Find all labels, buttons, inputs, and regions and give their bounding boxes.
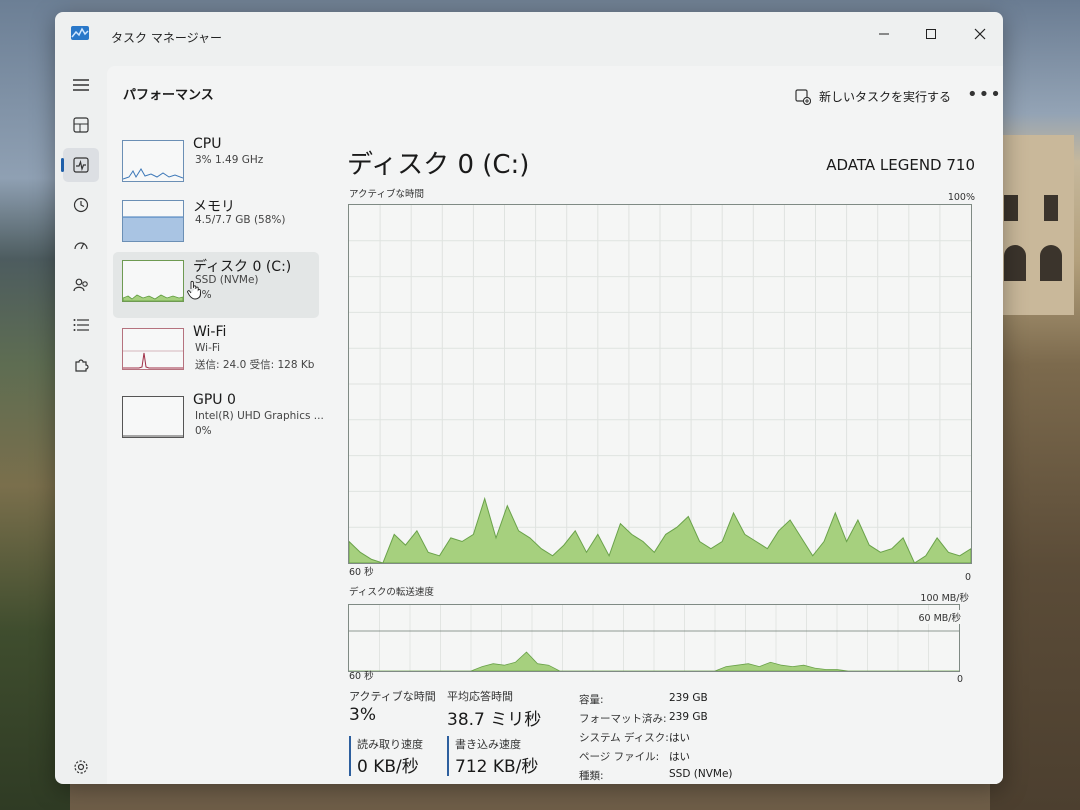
gear-icon — [74, 760, 88, 774]
maximize-button[interactable] — [916, 22, 946, 46]
processes-icon — [73, 117, 89, 133]
startup-speedometer-icon — [74, 242, 88, 250]
title-bar[interactable]: タスク マネージャー — [55, 12, 1003, 56]
nav-processes-button[interactable] — [63, 108, 99, 142]
transfer-rate-graph-label: ディスクの転送速度 — [349, 587, 434, 598]
perf-item-name: GPU 0 — [193, 392, 236, 408]
perf-item-gpu[interactable]: GPU 0 Intel(R) UHD Graphics ... 0% — [113, 388, 324, 454]
perf-item-sub: 4.5/7.7 GB (58%) — [195, 214, 286, 226]
prop-key: 容量: — [579, 694, 604, 706]
content-panel: パフォーマンス 新しいタスクを実行する ••• CPU 3% 1.49 GHz … — [107, 66, 1003, 784]
read-speed-label: 読み取り速度 — [357, 738, 423, 751]
wifi-thumbnail-graph — [122, 328, 184, 370]
active-time-max-label: 100% — [947, 192, 975, 203]
minimize-button[interactable] — [869, 22, 899, 46]
transfer-max-label: 100 MB/秒 — [920, 593, 969, 604]
active-time-stat-value: 3% — [349, 705, 376, 725]
services-puzzle-icon — [75, 359, 89, 372]
background-right — [990, 0, 1080, 810]
run-new-task-label: 新しいタスクを実行する — [819, 90, 952, 104]
more-options-button[interactable]: ••• — [967, 84, 1002, 105]
run-new-task-button[interactable]: 新しいタスクを実行する — [795, 88, 951, 105]
transfer-rate-graph — [348, 604, 960, 672]
nav-settings-button[interactable] — [63, 750, 99, 784]
prop-key: 種類: — [579, 770, 604, 782]
graph2-time-left-label: 60 秒 — [349, 671, 374, 682]
perf-item-name: ディスク 0 (C:) — [193, 259, 292, 275]
close-button[interactable] — [965, 22, 995, 46]
perf-item-name: CPU — [193, 136, 222, 152]
sidebar-nav — [55, 56, 107, 784]
hamburger-menu-icon — [73, 79, 89, 91]
minimize-icon — [879, 33, 889, 35]
disk-thumbnail-graph — [122, 260, 184, 302]
disk-title: ディスク 0 (C:) — [347, 150, 530, 180]
prop-value: 239 GB — [669, 711, 708, 723]
avg-response-label: 平均応答時間 — [447, 690, 513, 703]
perf-item-wifi[interactable]: Wi-Fi Wi-Fi 送信: 24.0 受信: 128 Kb — [113, 320, 319, 386]
perf-item-sub: Wi-Fi — [195, 342, 221, 354]
hand-cursor-icon — [187, 280, 201, 300]
cpu-thumbnail-graph — [122, 140, 184, 182]
perf-item-sub2: 送信: 24.0 受信: 128 Kb — [195, 359, 315, 371]
maximize-icon — [926, 29, 936, 39]
nav-menu-button[interactable] — [63, 68, 99, 102]
prop-value: はい — [669, 751, 690, 763]
nav-startup-button[interactable] — [63, 228, 99, 262]
perf-item-name: Wi-Fi — [193, 324, 227, 340]
write-speed-value: 712 KB/秒 — [455, 757, 539, 777]
perf-item-memory[interactable]: メモリ 4.5/7.7 GB (58%) — [113, 192, 319, 256]
performance-icon — [73, 157, 89, 173]
write-speed-label: 書き込み速度 — [455, 738, 521, 751]
details-list-icon — [73, 319, 89, 331]
nav-users-button[interactable] — [63, 268, 99, 302]
prop-key: フォーマット済み: — [579, 713, 667, 725]
prop-value: SSD (NVMe) — [669, 768, 733, 780]
graph-time-right-label: 0 — [964, 572, 971, 583]
nav-app-history-button[interactable] — [63, 188, 99, 222]
memory-thumbnail-graph — [122, 200, 184, 242]
background-building — [996, 135, 1074, 315]
history-icon — [73, 197, 89, 213]
read-speed-value: 0 KB/秒 — [357, 757, 419, 777]
prop-value: はい — [669, 732, 690, 744]
nav-services-button[interactable] — [63, 348, 99, 382]
write-speed-indicator-bar — [447, 736, 449, 776]
active-time-graph-label: アクティブな時間 — [349, 189, 424, 200]
prop-key: システム ディスク: — [579, 732, 669, 744]
gpu-thumbnail-graph — [122, 396, 184, 438]
close-icon — [974, 28, 986, 40]
read-speed-indicator-bar — [349, 736, 351, 776]
users-icon — [73, 278, 88, 292]
perf-item-cpu[interactable]: CPU 3% 1.49 GHz — [113, 132, 319, 196]
nav-details-button[interactable] — [63, 308, 99, 342]
graph-time-left-label: 60 秒 — [349, 567, 374, 578]
run-task-icon — [795, 88, 811, 105]
graph2-time-right-label: 0 — [956, 674, 963, 685]
active-time-graph — [348, 204, 972, 564]
prop-key: ページ ファイル: — [579, 751, 660, 763]
task-manager-app-icon — [71, 26, 89, 40]
perf-item-sub: SSD (NVMe) — [195, 274, 259, 286]
perf-item-sub2: 0% — [195, 425, 212, 437]
transfer-mid-label: 60 MB/秒 — [918, 610, 961, 624]
perf-item-sub: 3% 1.49 GHz — [195, 154, 264, 166]
disk-model: ADATA LEGEND 710 — [826, 156, 975, 174]
perf-item-name: メモリ — [193, 199, 235, 215]
perf-item-sub: Intel(R) UHD Graphics ... — [195, 410, 324, 422]
perf-item-disk[interactable]: ディスク 0 (C:) SSD (NVMe) 0% — [113, 252, 319, 318]
active-time-stat-label: アクティブな時間 — [349, 690, 436, 703]
avg-response-value: 38.7 ミリ秒 — [447, 710, 542, 730]
prop-value: 239 GB — [669, 692, 708, 704]
task-manager-window: タスク マネージャー パフォーマンス 新しいタスクを実行する ••• CPU 3… — [55, 12, 1003, 784]
disk-detail-panel: ディスク 0 (C:) ADATA LEGEND 710 アクティブな時間 10… — [343, 132, 975, 782]
nav-performance-button[interactable] — [61, 148, 99, 182]
page-title: パフォーマンス — [123, 88, 214, 103]
window-title: タスク マネージャー — [111, 31, 222, 45]
